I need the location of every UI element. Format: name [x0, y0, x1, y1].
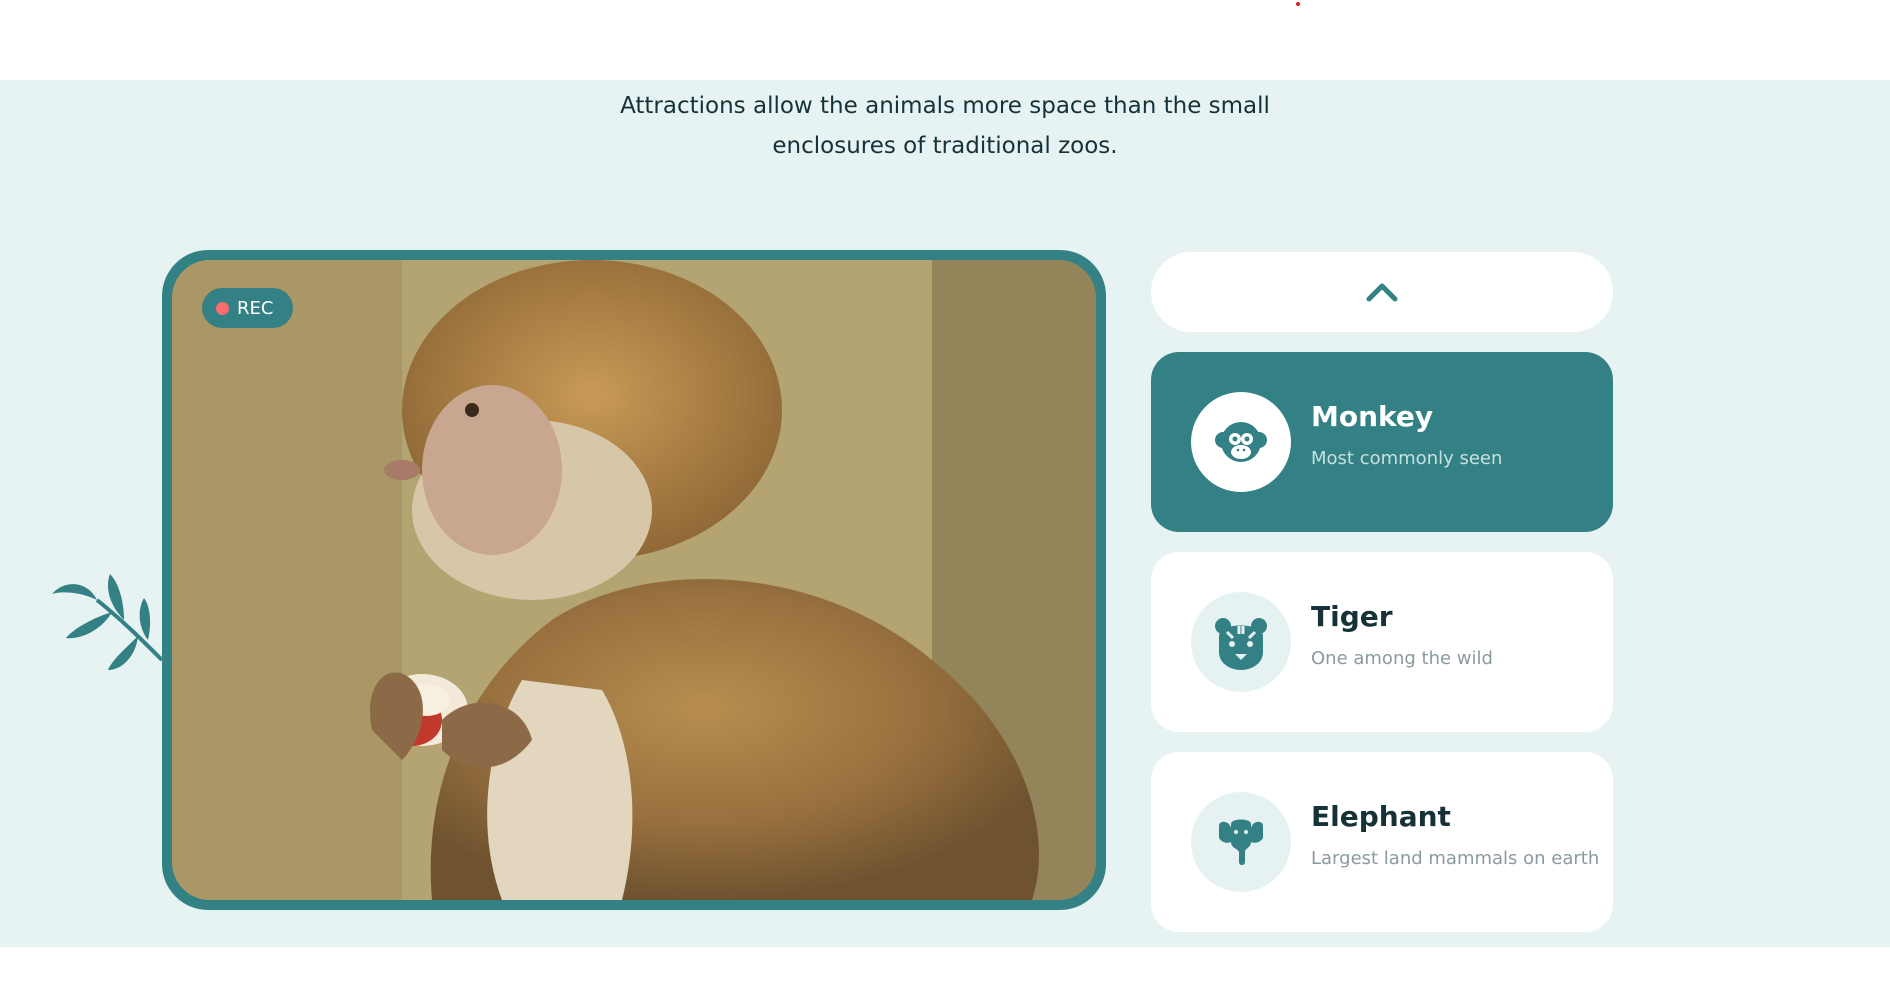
leaf-branch-icon: [52, 574, 164, 670]
section-intro: Attractions allow the animals more space…: [0, 86, 1890, 166]
tiger-icon: [1215, 618, 1267, 670]
scroll-up-button[interactable]: [1151, 252, 1613, 332]
monkey-icon: [1215, 422, 1267, 462]
monkey-image: [172, 260, 1096, 900]
attractions-section: Attractions allow the animals more space…: [0, 80, 1890, 992]
red-dot: [1296, 2, 1300, 6]
animal-subtitle: Largest land mammals on earth: [1311, 848, 1600, 869]
chevron-up-icon: [1366, 283, 1398, 302]
animal-subtitle: Most commonly seen: [1311, 448, 1503, 469]
animal-card-elephant[interactable]: Elephant Largest land mammals on earth: [1151, 752, 1613, 932]
tiger-avatar: [1191, 592, 1291, 692]
monkey-photo: REC: [172, 260, 1096, 900]
top-header: [0, 0, 1890, 80]
elephant-icon: [1219, 819, 1263, 865]
recording-dot-icon: [216, 301, 229, 315]
animal-name: Elephant: [1311, 800, 1451, 833]
animal-subtitle: One among the wild: [1311, 648, 1493, 669]
animal-camera-viewer[interactable]: REC: [162, 250, 1106, 910]
animal-card-tiger[interactable]: Tiger One among the wild: [1151, 552, 1613, 732]
monkey-avatar: [1191, 392, 1291, 492]
intro-line-2: enclosures of traditional zoos.: [772, 133, 1118, 159]
animal-card-monkey[interactable]: Monkey Most commonly seen: [1151, 352, 1613, 532]
animal-name: Monkey: [1311, 400, 1434, 433]
rec-badge: REC: [202, 288, 294, 328]
animal-card-partial[interactable]: [1151, 952, 1613, 992]
animal-name: Tiger: [1311, 600, 1393, 633]
intro-line-1: Attractions allow the animals more space…: [620, 93, 1270, 119]
elephant-avatar: [1191, 792, 1291, 892]
rec-label: REC: [237, 297, 274, 319]
